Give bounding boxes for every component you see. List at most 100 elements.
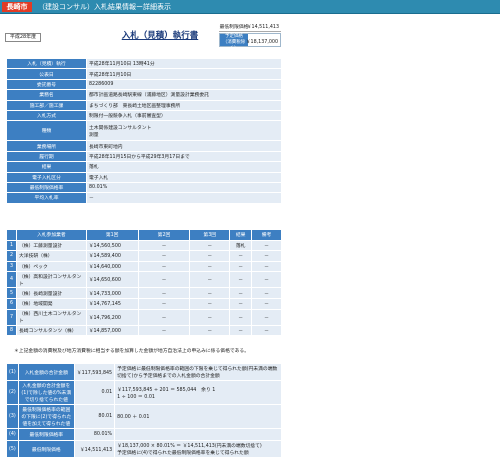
col-memo: 備考 [251,229,282,241]
info-value: 82286009 [86,78,282,91]
info-row: 施工部／施工課 まちづくり部 東長崎土地区画整理事務所 [6,99,282,111]
calc-no: (1) [6,363,19,381]
bidder-row: 2 大洋技研（株） ￥14,589,400 －－－－ [6,250,282,262]
info-row: 公表日 平成28年11月10日 [6,68,282,80]
bid-round2: － [137,308,191,326]
bidder-row: 6 （株）地域開発 ￥14,767,145 －－－－ [6,297,282,310]
min-price-value: ￥14,511,413 [246,25,279,30]
bid-round3: － [189,250,231,262]
bid-memo: － [251,250,282,262]
estimated-price-value: ￥18,137,000 [245,40,278,45]
bid-memo: － [251,287,282,299]
calculation-table: (1) 入札金額の合計金額 ￥117,593,845 予定価格に最低制限価格率の範囲の… [6,363,282,458]
calc-detail: ￥117,593,845 ÷ 201 ＝ 585,044 余り 1 1 ÷ 10… [114,380,282,405]
info-value-text: 82286009 [89,81,114,87]
info-key: 入札方式 [6,109,87,122]
info-key: 結果 [6,161,87,173]
info-value: 平成28年11月10日 13時41分 [86,57,282,70]
bidder-row: 5 （株）長崎測量設計 ￥14,733,000 －－－－ [6,287,282,299]
tax-note: ＊上記金額の消費税及び地方消費税に相当する額を加算した金額が地方自治法上の申込み… [14,349,250,354]
bidder-name: 長崎コンサルタンツ（株） [15,324,87,337]
info-row: 入札方式 制限付一般競争入札（事前審査型） [6,109,282,122]
calc-detail: 80.00 ＋ 0.01 [114,404,282,429]
bid-round1: ￥14,767,145 [85,297,139,310]
bidder-name: （株）高和設計コンサルタント [15,271,87,289]
info-value-text: 平成28年11月10日 [89,72,132,78]
info-value-text: 電子入札 [89,175,109,181]
col-no [6,229,17,241]
bidder-row: 8 長崎コンサルタンツ（株） ￥14,857,000 －－－－ [6,324,282,337]
info-value-text: 落札 [89,165,99,171]
info-key: 最低制限価格率 [6,181,87,194]
info-key: 電子入札区分 [6,171,87,183]
col-round1: 第1回 [85,229,139,241]
calc-row: (3) 最低制限価格率の範囲の下限に(2)で得られた値を加えて得られた値 80.01… [6,404,282,429]
bidder-row: 7 （株）西川土木コンサルタント ￥14,796,200 －－－－ [6,308,282,326]
bidder-no: 3 [6,260,17,273]
info-row: 業務名 都市計画道路長崎駅東線（浦藤地区）測量設計業務委託 [6,89,282,101]
info-value: 平成28年11月15日から平成29年3月17日まで [86,150,282,163]
calc-key: 最低制限価格率 [17,428,75,441]
info-key: 入札（見積）執行 [6,57,87,70]
bid-round3: － [189,260,231,273]
bid-round1: ￥14,560,500 [85,239,139,252]
bidder-no: 2 [6,250,17,262]
bid-round1: ￥14,650,600 [85,271,139,289]
info-value-text: 平成28年11月10日 13時41分 [89,62,155,68]
calc-value: ￥117,593,845 [73,363,116,381]
bid-round3: － [189,239,231,252]
bid-round3: － [189,308,231,326]
calc-row: (2) 入札金額の合計金額を(1)で除した値の%未満で切り捨てられた値 0.01 ￥1… [6,380,282,405]
bidder-no: 8 [6,324,17,337]
bid-result: － [229,260,253,273]
info-key: 公表日 [6,68,87,80]
bidder-no: 6 [6,297,17,310]
info-value: 落札 [86,161,282,173]
calc-no: (5) [6,440,19,458]
bid-result: － [229,287,253,299]
estimated-price-label: 予定価格 （消費税除く） [220,34,248,51]
info-value: 都市計画道路長崎駅東線（浦藤地区）測量設計業務委託 [86,89,282,101]
bid-round1: ￥14,796,200 [85,308,139,326]
bidder-name: （株）長崎測量設計 [15,287,87,299]
bid-round3: － [189,324,231,337]
bid-round2: － [137,239,191,252]
bid-result: 落札 [229,239,253,252]
header-bar: 長崎市 （建設コンサル）入札結果情報ー詳細表示 [0,0,500,14]
info-value-text: 都市計画道路長崎駅東線（浦藤地区）測量設計業務委託 [89,93,209,99]
calc-no: (3) [6,404,19,429]
bid-memo: － [251,271,282,289]
info-key: 施工部／施工課 [6,99,87,111]
info-value-text: － [89,196,94,202]
bidder-name: （株）西川土木コンサルタント [15,308,87,326]
calc-row: (5) 最低制限価格 ￥14,511,413 ￥18,137,000 × 80.01%… [6,440,282,458]
bid-round1: ￥14,640,000 [85,260,139,273]
info-row: 履行期 平成28年11月15日から平成29年3月17日まで [6,150,282,163]
info-key: 平均入札率 [6,192,87,204]
info-table: 入札（見積）執行 平成28年11月10日 13時41分 公表日 平成28年11月10日… [6,57,282,204]
estimated-price-box: 予定価格 （消費税除く） ￥18,137,000 [219,33,281,51]
bid-result: － [229,297,253,310]
bidder-row: 4 （株）高和設計コンサルタント ￥14,650,600 －－－－ [6,271,282,289]
bidder-no: 5 [6,287,17,299]
calc-key: 入札金額の合計金額 [17,363,75,381]
info-row: 業務場所 長崎市東町地内 [6,140,282,152]
calc-key: 最低制限価格 [17,440,75,458]
page-title: （建設コンサル）入札結果情報ー詳細表示 [38,3,171,11]
bid-round2: － [137,297,191,310]
bid-memo: － [251,324,282,337]
min-price-label: 最低制限価格 [219,25,249,30]
city-badge: 長崎市 [2,2,32,12]
bidder-no: 4 [6,271,17,289]
col-bidder: 入札参加業者 [15,229,87,241]
calc-no: (2) [6,380,19,405]
calc-detail: ￥18,137,000 × 80.01% ＝ ￥14,511,413(円未満の端… [114,440,282,458]
info-value-text: 80.01% [89,185,108,191]
bid-memo: － [251,239,282,252]
bidder-name: （株）ペック [15,260,87,273]
bid-result: － [229,250,253,262]
info-row: 委託番号 82286009 [6,78,282,91]
min-price-box: 最低制限価格 ￥14,511,413 [219,22,281,32]
bidder-row: 3 （株）ペック ￥14,640,000 －－－－ [6,260,282,273]
bid-round1: ￥14,589,400 [85,250,139,262]
